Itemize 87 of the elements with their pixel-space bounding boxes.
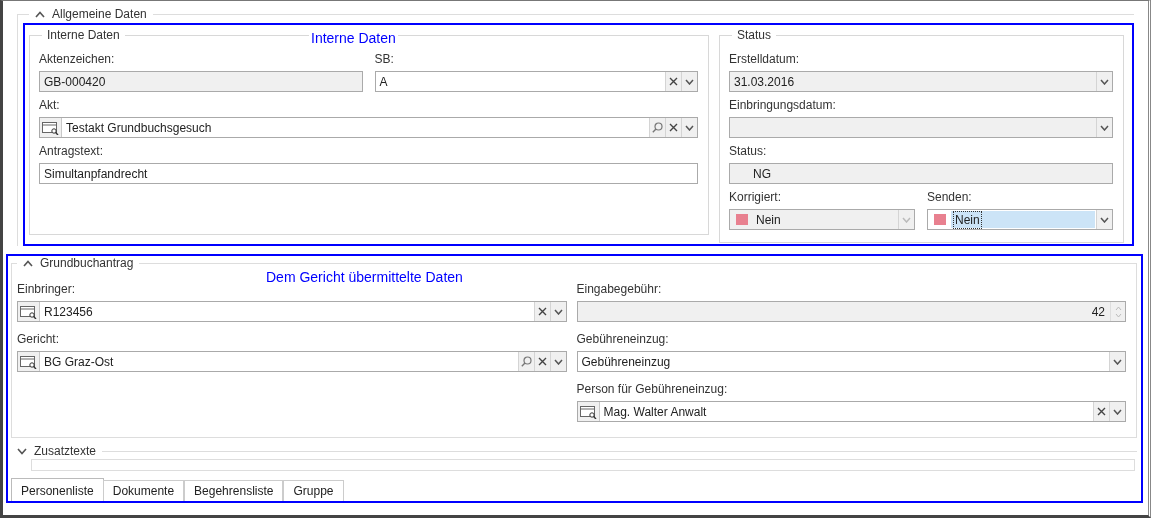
annotation-text: Dem Gericht übermittelte Daten <box>265 269 464 285</box>
field-value: Simultanpfandrecht <box>43 165 149 182</box>
lookup-button[interactable] <box>577 402 600 421</box>
clear-button[interactable] <box>533 302 550 321</box>
window-search-icon <box>42 120 59 135</box>
chevron-down-icon <box>902 216 911 223</box>
dropdown-button[interactable] <box>681 118 697 137</box>
chevron-down-icon <box>1114 312 1122 318</box>
lookup-button[interactable] <box>40 118 62 137</box>
field-label: Antragstext: <box>39 143 105 160</box>
section-title: Grundbuchantrag <box>40 256 134 270</box>
field-value: Gebühreneinzug <box>580 353 672 370</box>
close-icon <box>1097 407 1106 416</box>
field-label: Korrigiert: <box>729 189 782 206</box>
window-search-icon <box>579 404 597 419</box>
close-icon <box>537 357 547 366</box>
close-icon <box>669 77 678 86</box>
field-value: A <box>378 73 389 90</box>
lookup-field[interactable]: BG Graz-Ost <box>17 351 567 372</box>
tab[interactable]: Gruppe <box>283 480 344 501</box>
field-value: NG <box>752 165 772 182</box>
lookup-field[interactable]: Mag. Walter Anwalt <box>576 401 1126 422</box>
chevron-down-icon <box>685 78 694 85</box>
combo-box[interactable]: Gebühreneinzug <box>576 351 1126 372</box>
clear-button[interactable] <box>1093 402 1109 421</box>
field-value: Mag. Walter Anwalt <box>602 403 708 420</box>
window-search-icon <box>20 304 37 319</box>
chevron-down-icon <box>1100 78 1109 85</box>
window-search-icon <box>20 354 37 369</box>
section-title: Zusatztexte <box>34 444 97 458</box>
field-value: 31.03.2016 <box>733 73 796 90</box>
chevron-down-icon <box>685 124 694 131</box>
chevron-down-icon <box>1100 216 1109 223</box>
search-icon <box>652 122 663 133</box>
combo-box[interactable]: A <box>374 71 698 92</box>
dropdown-button[interactable] <box>1109 352 1125 371</box>
field-label: SB: <box>374 51 395 68</box>
group-title: Status <box>736 28 773 42</box>
dropdown-button[interactable] <box>1096 210 1112 229</box>
field-label: Einbringungsdatum: <box>729 97 837 114</box>
field-label: Aktenzeichen: <box>39 51 116 68</box>
chevron-down-icon[interactable] <box>17 447 27 455</box>
field-value: GB-000420 <box>43 73 107 90</box>
field-label: Eingabegebühr: <box>576 281 663 298</box>
field-value: Nein <box>755 211 782 228</box>
group-title: Interne Daten <box>46 28 121 42</box>
field-value: BG Graz-Ost <box>43 353 115 370</box>
tab[interactable]: Dokumente <box>102 480 185 501</box>
field-value: Testakt Grundbuchsgesuch <box>65 119 213 136</box>
field-value: R123456 <box>43 303 94 320</box>
lookup-button[interactable] <box>18 302 40 321</box>
field-value: 42 <box>1090 303 1106 320</box>
chevron-down-icon <box>553 358 563 365</box>
clear-button[interactable] <box>665 72 681 91</box>
search-icon <box>520 356 532 367</box>
field-label: Gebühreneinzug: <box>576 331 670 348</box>
chevron-down-icon <box>1113 358 1122 365</box>
dropdown-button[interactable] <box>681 72 697 91</box>
tab[interactable]: Begehrensliste <box>184 480 284 501</box>
chevron-up-icon[interactable] <box>23 259 33 267</box>
field-label: Einbringer: <box>17 281 77 298</box>
lookup-field[interactable]: Testakt Grundbuchsgesuch <box>39 117 698 138</box>
field-label: Status: <box>729 143 768 160</box>
combo-box[interactable]: Nein <box>927 209 1113 230</box>
search-button[interactable] <box>517 352 534 371</box>
close-icon <box>669 123 678 132</box>
field-label: Akt: <box>39 97 61 114</box>
tab[interactable]: Personenliste <box>11 478 104 501</box>
section-title: Allgemeine Daten <box>52 7 147 21</box>
chevron-down-icon <box>1113 408 1122 415</box>
lookup-field[interactable]: R123456 <box>17 301 567 322</box>
field-value: Nein <box>954 211 981 228</box>
dropdown-button[interactable] <box>1109 402 1125 421</box>
search-button[interactable] <box>649 118 665 137</box>
field-label: Gericht: <box>17 331 60 348</box>
chevron-down-icon <box>553 308 563 315</box>
text-field[interactable]: Simultanpfandrecht <box>39 163 698 184</box>
field-label: Person für Gebühreneinzug: <box>576 381 729 398</box>
close-icon <box>537 307 547 316</box>
chevron-up-icon[interactable] <box>35 10 45 18</box>
clear-button[interactable] <box>665 118 681 137</box>
annotation-text: Interne Daten <box>309 30 398 46</box>
lookup-button[interactable] <box>18 352 40 371</box>
field-label: Senden: <box>927 189 973 206</box>
field-label: Erstelldatum: <box>729 51 801 68</box>
chevron-down-icon <box>1100 124 1109 131</box>
chevron-up-icon <box>1114 305 1122 311</box>
